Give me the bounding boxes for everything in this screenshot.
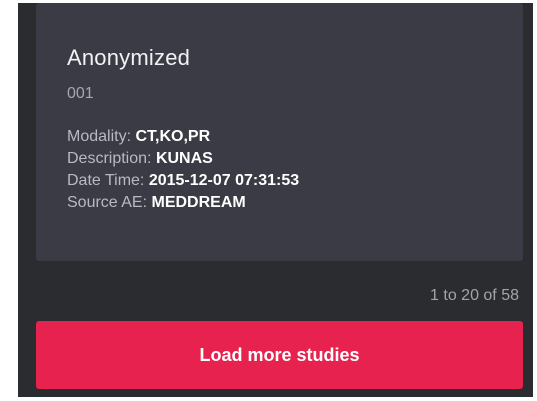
load-more-studies-button[interactable]: Load more studies	[36, 321, 523, 389]
date-time-label: Date Time:	[67, 172, 145, 189]
pagination-summary: 1 to 20 of 58	[430, 287, 519, 304]
patient-id: 001	[67, 85, 94, 102]
modality-value: CT,KO,PR	[135, 128, 211, 145]
description-label: Description:	[67, 150, 152, 167]
patient-name: Anonymized	[67, 45, 191, 70]
description-row: Description: KUNAS	[67, 148, 299, 170]
study-card[interactable]: Anonymized 001 Modality: CT,KO,PR Descri…	[36, 3, 523, 261]
modality-row: Modality: CT,KO,PR	[67, 126, 299, 148]
source-ae-value: MEDDREAM	[151, 194, 246, 211]
description-value: KUNAS	[155, 150, 213, 167]
studies-panel: Anonymized 001 Modality: CT,KO,PR Descri…	[18, 3, 533, 397]
date-time-row: Date Time: 2015-12-07 07:31:53	[67, 170, 299, 192]
modality-label: Modality:	[67, 128, 132, 145]
study-metadata: Modality: CT,KO,PR Description: KUNAS Da…	[67, 126, 299, 214]
source-ae-row: Source AE: MEDDREAM	[67, 192, 299, 214]
page-frame: Anonymized 001 Modality: CT,KO,PR Descri…	[0, 0, 537, 401]
date-time-value: 2015-12-07 07:31:53	[148, 172, 300, 189]
source-ae-label: Source AE:	[67, 194, 148, 211]
